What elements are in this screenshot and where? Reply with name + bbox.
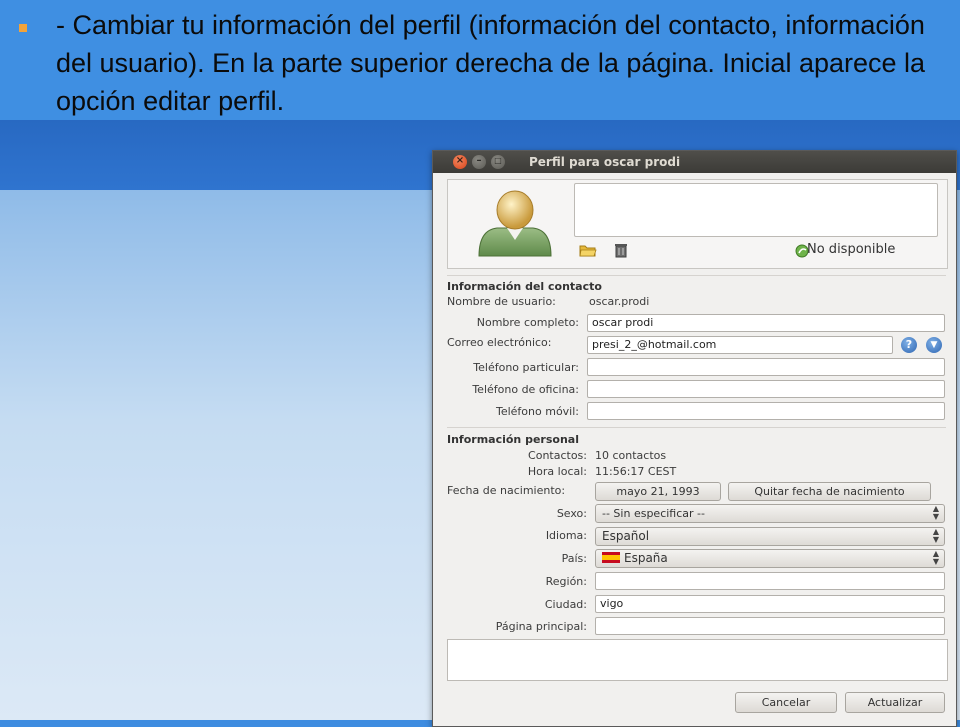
home-phone-label: Teléfono particular: — [473, 361, 579, 374]
title-bar: × – □ Perfil para oscar prodi — [433, 151, 956, 173]
window-title: Perfil para oscar prodi — [529, 155, 681, 169]
clear-birthdate-button[interactable]: Quitar fecha de nacimiento — [728, 482, 931, 501]
contacts-label: Contactos: — [528, 449, 587, 462]
email-label: Correo electrónico: — [447, 336, 552, 349]
username-label: Nombre de usuario: — [447, 295, 556, 308]
close-icon[interactable]: × — [453, 155, 467, 169]
email-field[interactable]: presi_2_@hotmail.com — [587, 336, 893, 354]
username-value: oscar.prodi — [589, 295, 650, 308]
homepage-label: Página principal: — [495, 620, 587, 633]
city-label: Ciudad: — [544, 598, 587, 611]
region-field[interactable] — [595, 572, 945, 590]
avatar[interactable] — [475, 188, 555, 258]
country-select[interactable]: España ▲ ▼ — [595, 549, 945, 568]
updown-icon: ▲ ▼ — [932, 504, 939, 521]
language-label: Idioma: — [545, 529, 587, 542]
status-message-box[interactable] — [574, 183, 938, 237]
trash-icon[interactable] — [613, 242, 629, 258]
updown-icon: ▲ ▼ — [932, 549, 939, 566]
birthdate-button[interactable]: mayo 21, 1993 — [595, 482, 721, 501]
contact-section-title: Información del contacto — [447, 280, 602, 293]
language-select-value: Español — [602, 529, 650, 543]
personal-divider — [447, 427, 946, 428]
office-phone-field[interactable] — [587, 380, 945, 398]
sex-select[interactable]: -- Sin especificar -- ▲ ▼ — [595, 504, 945, 523]
notes-area[interactable] — [447, 639, 948, 681]
region-label: Región: — [545, 575, 587, 588]
help-icon[interactable]: ? — [901, 337, 917, 353]
localtime-label: Hora local: — [527, 465, 587, 478]
sex-select-value: -- Sin especificar -- — [602, 507, 705, 520]
spain-flag-icon — [602, 552, 620, 563]
download-icon[interactable]: ▼ — [926, 337, 942, 353]
mobile-label: Teléfono móvil: — [495, 405, 579, 418]
bullet-icon — [19, 24, 27, 32]
home-phone-field[interactable] — [587, 358, 945, 376]
maximize-icon[interactable]: □ — [491, 155, 505, 169]
birthdate-label: Fecha de nacimiento: — [447, 484, 566, 497]
office-phone-label: Teléfono de oficina: — [472, 383, 579, 396]
presence-status[interactable]: No disponible — [807, 242, 928, 257]
contact-divider — [447, 275, 946, 276]
fullname-label: Nombre completo: — [476, 316, 579, 329]
country-label: País: — [561, 552, 587, 565]
slide-bullet-text: - Cambiar tu información del perfil (inf… — [56, 10, 926, 116]
contacts-value: 10 contactos — [595, 449, 667, 462]
profile-dialog: × – □ Perfil para oscar prodi No disponi… — [432, 150, 957, 727]
city-field[interactable]: vigo — [595, 595, 945, 613]
mobile-field[interactable] — [587, 402, 945, 420]
language-select[interactable]: Español ▲ ▼ — [595, 527, 945, 546]
avatar-status-frame: No disponible — [447, 179, 948, 269]
cancel-button[interactable]: Cancelar — [735, 692, 837, 713]
fullname-field[interactable]: oscar prodi — [587, 314, 945, 332]
personal-section-title: Información personal — [447, 433, 579, 446]
minimize-icon[interactable]: – — [472, 155, 486, 169]
folder-icon[interactable] — [579, 242, 597, 258]
update-button[interactable]: Actualizar — [845, 692, 945, 713]
homepage-field[interactable] — [595, 617, 945, 635]
updown-icon: ▲ ▼ — [932, 527, 939, 544]
country-select-value: España — [624, 551, 668, 565]
localtime-value: 11:56:17 CEST — [595, 465, 677, 478]
sex-label: Sexo: — [556, 507, 587, 520]
